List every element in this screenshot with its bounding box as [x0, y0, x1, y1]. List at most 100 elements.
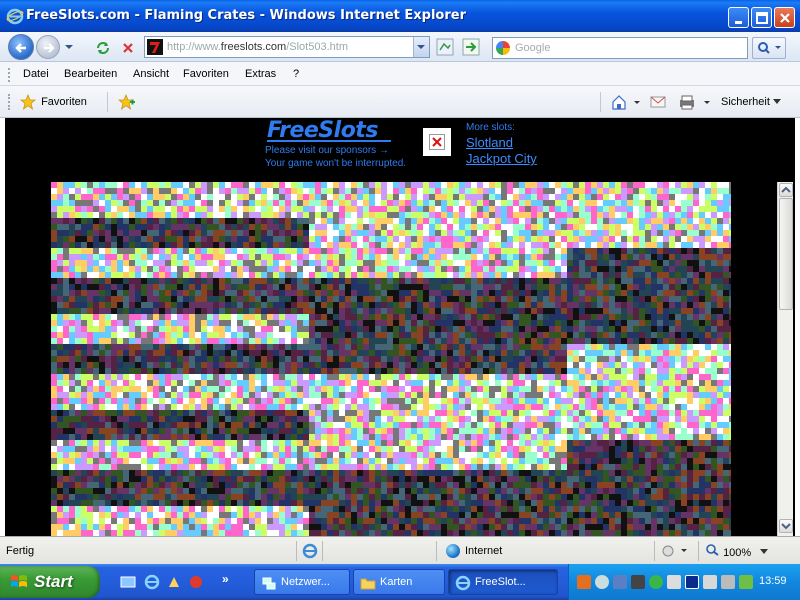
link-slotland[interactable]: Slotland: [466, 135, 513, 150]
url-prefix: http://www.: [167, 41, 221, 53]
menu-ansicht[interactable]: Ansicht: [133, 68, 169, 80]
home-icon[interactable]: [611, 94, 641, 110]
forward-button[interactable]: [36, 35, 60, 59]
sponsor-line: Please visit our sponsors →: [265, 145, 389, 156]
chevron-down-icon: [417, 45, 425, 49]
task-netzwerk[interactable]: Netzwer...: [254, 569, 350, 595]
address-toolbar: http://www.freeslots.com/Slot503.htm Goo…: [0, 32, 800, 62]
status-separator: [322, 541, 323, 561]
feeds-icon[interactable]: [650, 94, 668, 110]
zone-label: Internet: [465, 544, 503, 557]
magnifier-icon: [758, 42, 781, 54]
maximize-button[interactable]: [751, 7, 772, 28]
start-label: Start: [34, 572, 73, 591]
tray-app-icon[interactable]: [595, 575, 609, 589]
zoom-control[interactable]: 100%: [706, 544, 769, 559]
ie-logo-icon: [6, 8, 24, 25]
status-separator: [296, 541, 297, 561]
address-input[interactable]: http://www.freeslots.com/Slot503.htm: [144, 36, 430, 58]
address-url: http://www.freeslots.com/Slot503.htm: [167, 41, 348, 53]
tray-app-icon[interactable]: [667, 575, 681, 589]
clock: 13:59: [759, 575, 787, 587]
tray-network-icon[interactable]: [613, 575, 627, 589]
globe-icon: [446, 544, 460, 558]
tray-app-icon[interactable]: [649, 575, 663, 589]
status-separator: [654, 541, 655, 561]
vertical-scrollbar[interactable]: [777, 182, 793, 536]
quicklaunch-overflow-icon[interactable]: »: [222, 572, 229, 586]
status-bar: Fertig Internet 100%: [0, 536, 800, 564]
more-slots-label: More slots:: [466, 122, 515, 133]
show-desktop-icon[interactable]: [120, 574, 136, 590]
favorites-button[interactable]: Favoriten: [20, 94, 87, 112]
game-area-corrupted[interactable]: [51, 182, 731, 536]
history-dropdown-icon[interactable]: [64, 42, 74, 52]
window-title-bar[interactable]: FreeSlots.com - Flaming Crates - Windows…: [0, 0, 800, 32]
stop-icon[interactable]: [120, 40, 136, 56]
google-icon: [496, 41, 510, 55]
menu-extras[interactable]: Extras: [245, 68, 276, 80]
star-icon: [20, 94, 36, 110]
windows-flag-icon: [11, 575, 27, 587]
chevron-down-icon: [772, 99, 781, 104]
broken-image-icon: [429, 134, 445, 150]
compatibility-view-icon[interactable]: [436, 38, 454, 56]
task-label: Karten: [380, 576, 413, 588]
protected-mode-icon[interactable]: [660, 543, 692, 559]
pixel-noise-graphic: [51, 182, 731, 536]
menu-datei[interactable]: Datei: [23, 68, 49, 80]
status-text: Fertig: [6, 545, 35, 557]
back-button[interactable]: [8, 34, 34, 60]
go-arrow-icon[interactable]: [462, 38, 480, 56]
zoom-icon: [706, 544, 719, 556]
chevron-down-icon: [781, 523, 791, 530]
search-placeholder: Google: [515, 42, 551, 54]
toolbar-grip[interactable]: [8, 68, 10, 82]
link-jackpot-city[interactable]: Jackpot City: [466, 151, 537, 166]
search-input[interactable]: Google: [492, 37, 748, 59]
window-title: FreeSlots.com - Flaming Crates - Windows…: [26, 8, 467, 23]
chevron-down-icon: [760, 549, 769, 554]
task-freeslots[interactable]: FreeSlot...: [448, 569, 558, 595]
menu-help[interactable]: ?: [293, 68, 299, 80]
address-dropdown-button[interactable]: [413, 37, 429, 57]
app-quicklaunch-icon[interactable]: [166, 574, 182, 590]
tray-app-icon[interactable]: [631, 575, 645, 589]
minimize-button[interactable]: [728, 7, 749, 28]
tray-app-icon[interactable]: [703, 575, 717, 589]
menu-favoriten[interactable]: Favoriten: [183, 68, 229, 80]
maximize-icon: [756, 12, 768, 24]
security-zone[interactable]: Internet: [446, 544, 502, 558]
broken-ad-image[interactable]: [423, 128, 451, 156]
task-label: FreeSlot...: [475, 576, 526, 588]
security-menu-button[interactable]: Sicherheit: [721, 96, 781, 108]
favorites-bar: Favoriten Sicherheit: [0, 86, 800, 118]
favorites-label: Favoriten: [41, 96, 87, 108]
add-favorite-icon[interactable]: [118, 94, 136, 110]
minimize-icon: [735, 21, 742, 24]
logo-underline: [267, 140, 391, 142]
site-favicon-icon: [147, 39, 163, 55]
search-button[interactable]: [752, 37, 786, 59]
scroll-down-button[interactable]: [779, 519, 793, 533]
task-karten[interactable]: Karten: [353, 569, 445, 595]
print-icon[interactable]: [678, 94, 714, 110]
toolbar-separator: [107, 92, 108, 112]
toolbar-grip[interactable]: [8, 94, 10, 110]
menu-bearbeiten[interactable]: Bearbeiten: [64, 68, 117, 80]
tray-app-icon[interactable]: [739, 575, 753, 589]
url-path: /Slot503.htm: [286, 41, 348, 53]
arrow-left-icon: [15, 43, 26, 53]
network-icon: [262, 577, 276, 590]
scroll-up-button[interactable]: [779, 183, 793, 197]
status-separator: [698, 541, 699, 561]
tray-volume-icon[interactable]: [721, 575, 735, 589]
start-button[interactable]: Start: [0, 566, 100, 598]
close-window-button[interactable]: [774, 7, 795, 28]
tray-app-icon[interactable]: [577, 575, 591, 589]
refresh-icon[interactable]: [95, 40, 111, 56]
scroll-thumb[interactable]: [779, 198, 793, 310]
media-quicklaunch-icon[interactable]: [188, 574, 204, 590]
ie-quicklaunch-icon[interactable]: [144, 574, 160, 590]
tray-media-icon[interactable]: [685, 575, 699, 589]
